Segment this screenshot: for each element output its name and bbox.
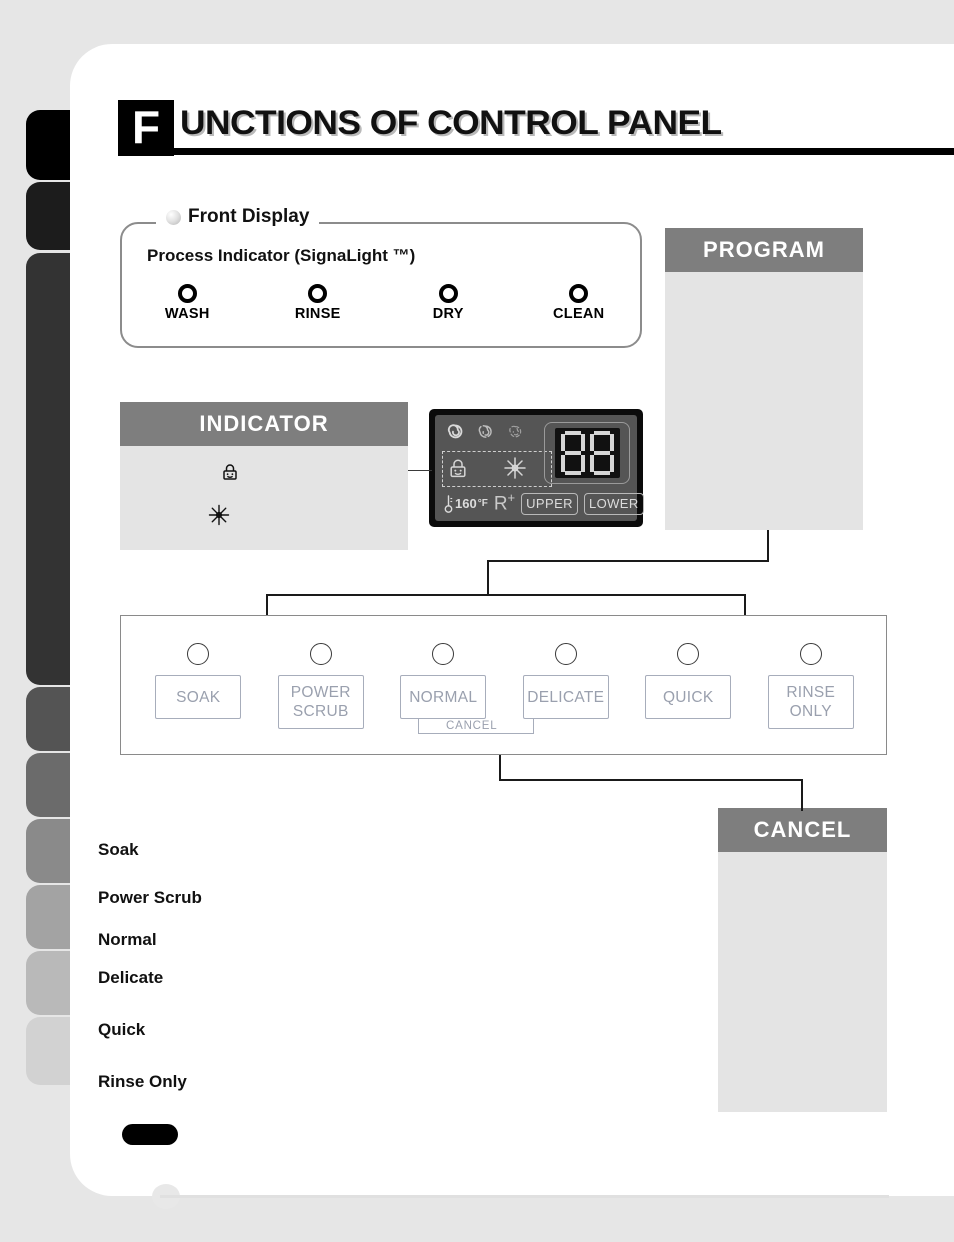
lcd-temperature-readout: 160 °F <box>443 494 488 514</box>
lcd-upper-rack-label: UPPER <box>521 492 578 515</box>
process-lamp-label: CLEAN <box>553 306 605 322</box>
lcd-temperature-unit: °F <box>477 498 488 510</box>
lamp-ring-icon <box>308 284 328 303</box>
program-button-row: SOAK POWER SCRUB NORMAL DELICATE QUICK RINSE ON… <box>121 616 888 729</box>
program-button-indicator-icon <box>554 643 577 665</box>
lcd-bottom-row: 160 °F R+ UPPER LOWER <box>443 490 644 516</box>
program-button-power-scrub[interactable]: POWER SCRUB <box>260 616 383 729</box>
process-lamp-row: WASH RINSE DRY CLEAN <box>122 284 644 322</box>
process-lamp-label: DRY <box>432 306 464 322</box>
program-button-normal[interactable]: NORMAL <box>382 616 505 729</box>
program-description-item: Normal <box>98 930 157 949</box>
program-button-quick[interactable]: QUICK <box>627 616 750 729</box>
program-button-soak[interactable]: SOAK <box>137 616 260 729</box>
program-button-label-line: QUICK <box>662 688 714 706</box>
program-button-face[interactable]: NORMAL <box>400 675 487 719</box>
lcd-temperature-value: 160 <box>455 496 477 512</box>
spiral-strong-icon <box>447 424 463 439</box>
connector-button-spread <box>266 594 746 596</box>
program-button-indicator-icon <box>187 643 210 665</box>
connector-program-across <box>487 560 769 562</box>
page-number-badge <box>122 1124 178 1145</box>
connector-program-down <box>767 530 769 562</box>
program-button-indicator-icon <box>432 643 455 665</box>
program-button-face[interactable]: POWER SCRUB <box>277 675 364 729</box>
program-button-face[interactable]: RINSE ONLY <box>767 675 854 729</box>
program-button-delicate[interactable]: DELICATE <box>505 616 628 729</box>
program-button-label-line: SCRUB <box>292 703 349 720</box>
program-button-label-line: RINSE <box>786 684 836 701</box>
seven-segment-digit-2 <box>589 431 614 475</box>
process-lamp-label: RINSE <box>294 306 341 322</box>
program-button-label-line: POWER <box>290 684 351 701</box>
connector-cancel-into-box <box>801 779 803 811</box>
program-button-indicator-icon <box>309 643 332 665</box>
lcd-spiral-icon-row <box>447 423 524 440</box>
connector-indicator-to-lcd <box>408 470 432 471</box>
cancel-bracket-label: CANCEL <box>441 720 503 732</box>
lcd-digits-frame <box>544 422 630 484</box>
program-button-label-line: SOAK <box>176 688 221 706</box>
program-description-item: Delicate <box>98 968 164 987</box>
program-description-item: Soak <box>98 840 139 859</box>
lcd-lower-rack-label: LOWER <box>583 492 644 515</box>
callout-cancel: CANCEL <box>718 808 887 1112</box>
front-display-legend: Front Display <box>156 206 320 228</box>
lcd-seven-segment-display <box>554 428 620 478</box>
connector-lcd-down <box>487 560 489 596</box>
program-button-label-line: ONLY <box>789 703 832 720</box>
footer-rule <box>160 1195 889 1198</box>
process-lamp-wash: WASH <box>122 284 253 322</box>
lcd-rinse-plus-label: R+ <box>493 490 516 515</box>
callout-program: PROGRAM <box>665 228 863 530</box>
program-button-panel: SOAK POWER SCRUB NORMAL DELICATE QUICK RINSE ON… <box>120 615 887 755</box>
callout-indicator: INDICATOR <box>120 402 408 550</box>
process-lamp-rinse: RINSE <box>253 284 384 322</box>
sanitize-star-icon <box>208 504 230 531</box>
child-lock-icon <box>220 462 240 487</box>
callout-cancel-header: CANCEL <box>718 808 887 852</box>
process-lamp-clean: CLEAN <box>514 284 645 322</box>
process-indicator-label: Process Indicator (SignaLight ™) <box>147 246 416 265</box>
program-button-face[interactable]: QUICK <box>645 675 732 719</box>
program-description-item: Power Scrub <box>98 888 202 907</box>
lcd-face: 160 °F R+ UPPER LOWER <box>435 415 644 521</box>
thermometer-icon <box>444 494 453 513</box>
program-button-indicator-icon <box>799 643 822 665</box>
lcd-child-lock-icon <box>447 456 469 485</box>
callout-program-header: PROGRAM <box>665 228 863 272</box>
callout-indicator-header: INDICATOR <box>120 402 408 446</box>
spiral-light-icon <box>509 425 522 438</box>
connector-cancel-across <box>499 779 802 781</box>
legend-bullet-icon <box>166 209 181 225</box>
front-display-legend-text: Front Display <box>188 206 310 227</box>
lamp-ring-icon <box>569 284 589 303</box>
title-underline-rule <box>118 148 954 155</box>
lcd-display-panel: 160 °F R+ UPPER LOWER <box>429 409 644 527</box>
lcd-sanitize-star-icon <box>503 456 527 485</box>
spiral-medium-icon <box>478 425 492 438</box>
front-display-group: Process Indicator (SignaLight ™) WASH RIN… <box>120 222 642 348</box>
program-button-face[interactable]: DELICATE <box>522 675 609 719</box>
lamp-ring-icon <box>177 284 197 303</box>
program-button-label-line: DELICATE <box>527 688 605 706</box>
process-lamp-label: WASH <box>164 306 210 322</box>
process-lamp-dry: DRY <box>383 284 514 322</box>
program-button-label-line: NORMAL <box>409 688 478 706</box>
program-description-item: Rinse Only <box>98 1072 187 1091</box>
program-button-indicator-icon <box>677 643 700 665</box>
seven-segment-digit-1 <box>560 431 585 475</box>
program-description-item: Quick <box>98 1020 146 1039</box>
page-title-text: UNCTIONS OF CONTROL PANEL <box>180 104 722 142</box>
callout-indicator-body <box>120 446 408 550</box>
lamp-ring-icon <box>438 284 458 303</box>
program-button-face[interactable]: SOAK <box>155 675 242 719</box>
program-button-rinse-only[interactable]: RINSE ONLY <box>750 616 873 729</box>
